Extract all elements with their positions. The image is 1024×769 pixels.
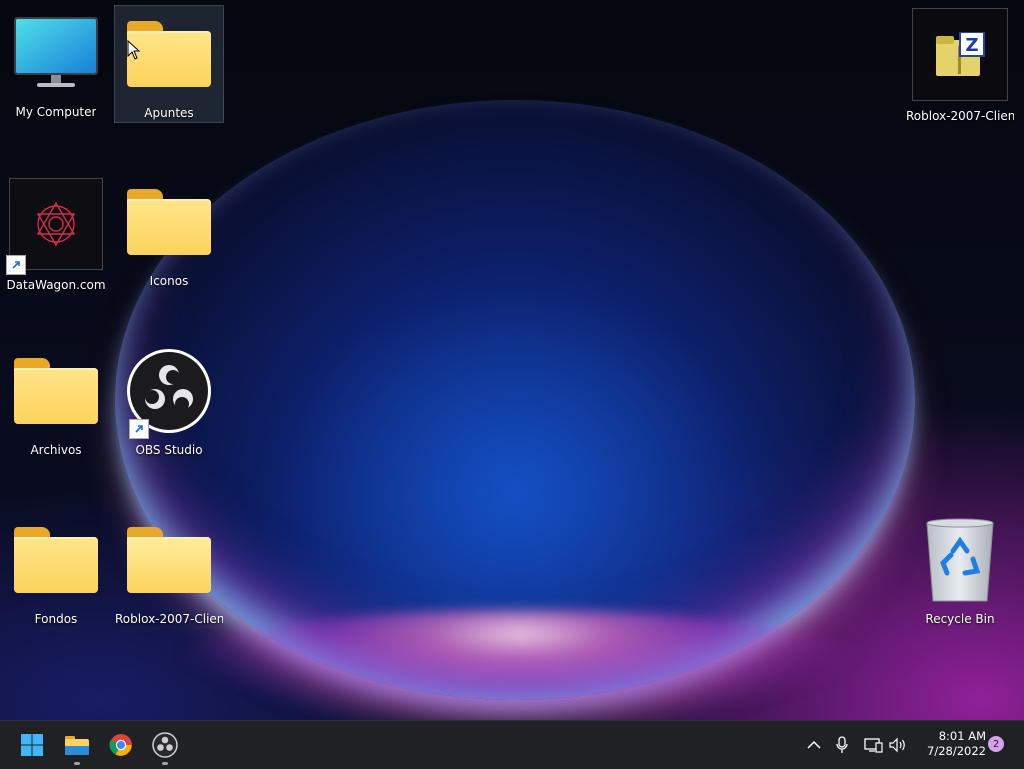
volume-icon xyxy=(889,737,905,753)
icon-label: My Computer xyxy=(15,105,97,119)
mouse-cursor-icon xyxy=(127,39,141,64)
volume-button[interactable] xyxy=(886,733,910,757)
folder-icon xyxy=(125,516,213,604)
desktop-icon-fondos[interactable]: Fondos xyxy=(1,512,111,630)
taskbar-clock[interactable]: 8:01 AM 7/28/2022 xyxy=(912,729,986,759)
desktop-icon-roblox-zip[interactable]: Z Roblox-2007-Clien... xyxy=(905,5,1015,123)
wallpaper-glow xyxy=(160,610,880,720)
desktop-icon-my-computer[interactable]: My Computer xyxy=(1,5,111,123)
file-explorer-icon xyxy=(65,736,89,755)
running-indicator xyxy=(162,762,168,765)
taskbar-obs[interactable] xyxy=(145,721,185,769)
desktop-icon-datawagon[interactable]: DataWagon.com xyxy=(1,174,111,292)
icon-label: OBS Studio xyxy=(135,443,203,457)
start-icon xyxy=(21,734,43,756)
clock-time: 8:01 AM xyxy=(938,729,986,743)
icon-label: Roblox-2007-Clien... xyxy=(906,109,1014,123)
icon-label: Roblox-2007-Clien... xyxy=(115,612,223,626)
network-icon xyxy=(864,738,883,753)
desktop-icon-roblox-folder[interactable]: Roblox-2007-Clien... xyxy=(114,512,224,630)
icon-label: Iconos xyxy=(149,274,189,288)
running-indicator xyxy=(74,762,80,765)
notification-badge[interactable]: 2 xyxy=(988,736,1004,752)
datawagon-logo-icon xyxy=(6,178,103,276)
desktop-icon-apuntes[interactable]: Apuntes xyxy=(114,5,224,123)
taskbar: 8:01 AM 7/28/2022 xyxy=(0,720,1024,769)
zip-archive-icon: Z xyxy=(912,8,1008,102)
shortcut-arrow-icon xyxy=(129,419,149,439)
clock-date: 7/28/2022 xyxy=(927,744,986,758)
monitor-icon xyxy=(12,9,100,97)
recycle-bin-icon xyxy=(916,516,1004,604)
obs-icon xyxy=(152,732,178,758)
chevron-up-icon xyxy=(807,740,821,749)
start-button[interactable] xyxy=(12,721,52,769)
icon-label: DataWagon.com xyxy=(6,278,106,292)
obs-logo-icon xyxy=(125,347,213,439)
folder-icon xyxy=(125,178,213,266)
svg-text:Z: Z xyxy=(965,35,978,56)
desktop-icon-recycle-bin[interactable]: Recycle Bin xyxy=(905,512,1015,630)
icon-label: Archivos xyxy=(30,443,82,457)
desktop-icon-iconos[interactable]: Iconos xyxy=(114,174,224,292)
icon-label: Recycle Bin xyxy=(925,612,995,626)
desktop-icon-archivos[interactable]: Archivos xyxy=(1,343,111,461)
chrome-icon xyxy=(109,734,132,756)
taskbar-chrome[interactable] xyxy=(101,721,141,769)
desktop-icon-obs-studio[interactable]: OBS Studio xyxy=(114,343,224,461)
icon-label: Apuntes xyxy=(144,106,194,120)
shortcut-arrow-icon xyxy=(6,255,26,276)
desktop-background: My Computer Apuntes Z Roblox-2007-Clien.… xyxy=(0,0,1024,720)
icon-label: Fondos xyxy=(34,612,78,626)
folder-icon xyxy=(12,347,100,435)
taskbar-file-explorer[interactable] xyxy=(57,721,97,769)
show-hidden-icons-button[interactable] xyxy=(802,733,826,757)
folder-icon xyxy=(12,516,100,604)
network-button[interactable] xyxy=(861,733,885,757)
microphone-icon xyxy=(836,736,848,753)
microphone-button[interactable] xyxy=(830,733,854,757)
